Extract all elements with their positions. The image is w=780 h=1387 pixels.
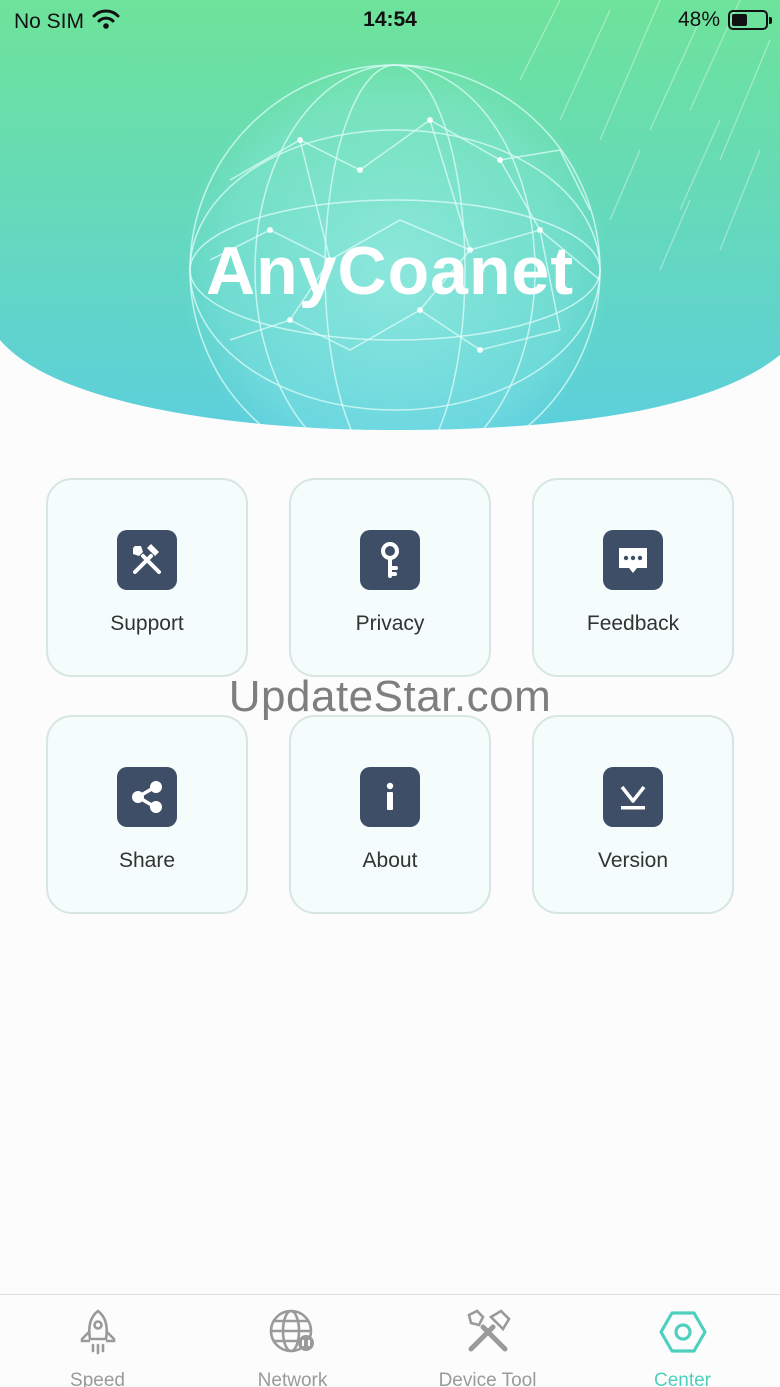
tab-center[interactable]: Center — [585, 1295, 780, 1387]
tile-label: Privacy — [355, 612, 425, 635]
share-icon — [117, 767, 177, 827]
header-banner: No SIM 14:54 48% AnyCoanet — [0, 0, 780, 430]
header-background — [0, 0, 780, 430]
app-title: AnyCoanet — [206, 233, 574, 309]
battery-level — [732, 14, 748, 26]
tab-bar: Speed Network Device Tool Center — [0, 1294, 780, 1387]
rocket-icon — [73, 1307, 123, 1362]
support-tile[interactable]: Support — [46, 478, 248, 677]
menu-grid: Support Privacy Feedback Share About Ver… — [46, 478, 734, 914]
tile-label: Feedback — [586, 612, 680, 635]
tab-device-tool[interactable]: Device Tool — [390, 1295, 585, 1387]
tab-label: Center — [653, 1370, 712, 1387]
battery-percent: 48% — [677, 8, 720, 31]
tile-label: Support — [110, 612, 184, 635]
tools-icon — [117, 530, 177, 590]
clock: 14:54 — [363, 8, 417, 31]
version-tile[interactable]: Version — [532, 715, 734, 914]
tab-label: Network — [257, 1370, 328, 1387]
tab-speed[interactable]: Speed — [0, 1295, 195, 1387]
tile-label: About — [362, 849, 418, 872]
globe-icon — [268, 1307, 318, 1362]
hexagon-icon — [658, 1307, 708, 1362]
key-icon — [360, 530, 420, 590]
tile-label: Version — [597, 849, 669, 872]
chat-bubble-icon — [603, 530, 663, 590]
tab-label: Device Tool — [438, 1370, 537, 1387]
battery-indicator: 48% — [677, 8, 772, 32]
tile-label: Share — [118, 849, 176, 872]
tab-network[interactable]: Network — [195, 1295, 390, 1387]
battery-icon — [728, 10, 772, 30]
status-bar: No SIM 14:54 48% — [0, 0, 780, 40]
info-icon — [360, 767, 420, 827]
share-tile[interactable]: Share — [46, 715, 248, 914]
tab-label: Speed — [70, 1370, 125, 1387]
tools-icon — [463, 1307, 513, 1362]
about-tile[interactable]: About — [289, 715, 491, 914]
privacy-tile[interactable]: Privacy — [289, 478, 491, 677]
feedback-tile[interactable]: Feedback — [532, 478, 734, 677]
download-icon — [603, 767, 663, 827]
